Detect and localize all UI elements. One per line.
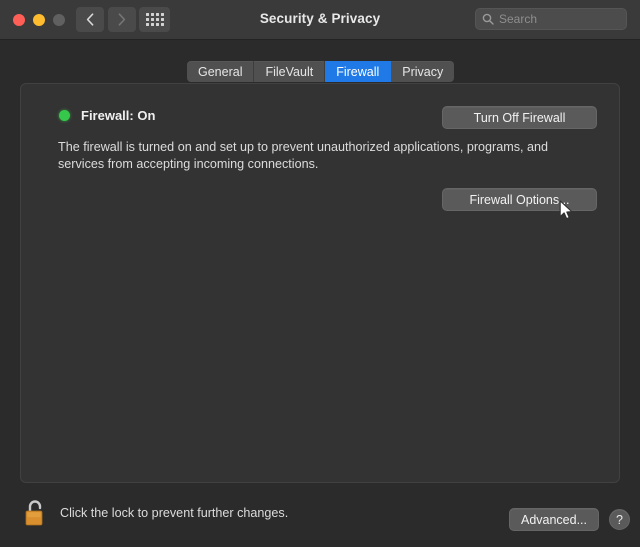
tab-general[interactable]: General [187,61,255,82]
tab-firewall[interactable]: Firewall [325,61,392,82]
search-input[interactable]: Search [475,8,627,30]
search-placeholder: Search [499,12,538,26]
turn-off-firewall-button[interactable]: Turn Off Firewall [442,106,597,129]
advanced-button[interactable]: Advanced... [509,508,599,531]
help-button[interactable]: ? [609,509,630,530]
firewall-status-label: Firewall: On [81,108,156,123]
firewall-options-button[interactable]: Firewall Options... [442,188,597,211]
firewall-content-panel: Firewall: On Turn Off Firewall The firew… [20,83,620,483]
tab-filevault[interactable]: FileVault [254,61,326,82]
status-indicator-dot [59,110,70,121]
search-icon [482,13,494,25]
firewall-status-row: Firewall: On [59,108,155,123]
window-titlebar: Security & Privacy Search [0,0,640,40]
security-privacy-window: Security & Privacy Search General FileVa… [0,0,640,547]
preference-tabs: General FileVault Firewall Privacy [187,61,455,82]
firewall-description: The firewall is turned on and set up to … [58,140,549,171]
tab-privacy[interactable]: Privacy [391,61,454,82]
unlocked-padlock-icon[interactable] [22,497,48,529]
lock-area[interactable]: Click the lock to prevent further change… [22,497,288,529]
lock-hint-text: Click the lock to prevent further change… [60,506,289,520]
